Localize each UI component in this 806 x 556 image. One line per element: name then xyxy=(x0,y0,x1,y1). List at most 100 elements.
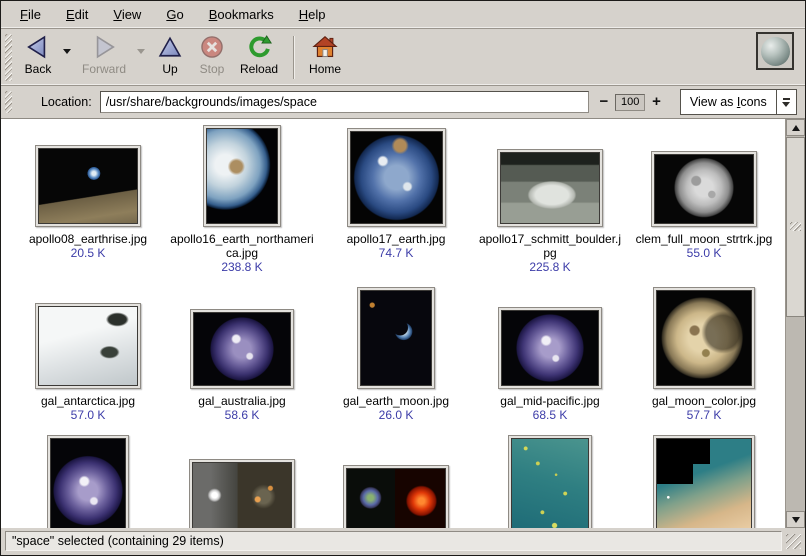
thumbnail-frame xyxy=(508,435,592,528)
thumbnail-apollo16-earth xyxy=(206,128,278,224)
location-bar: Location: − 100 + View as Icons xyxy=(1,86,805,119)
menubar: File Edit View Go Bookmarks Help xyxy=(1,1,805,29)
file-name: apollo17_schmitt_boulder.jpg xyxy=(476,232,624,260)
file-item[interactable] xyxy=(319,437,473,528)
file-item[interactable] xyxy=(473,437,627,528)
menu-bookmarks[interactable]: Bookmarks xyxy=(200,4,283,25)
statusbar: "space" selected (containing 29 items) xyxy=(1,528,805,555)
stop-label: Stop xyxy=(200,62,225,76)
reload-icon xyxy=(245,33,273,61)
stop-button[interactable]: Stop xyxy=(191,32,233,77)
file-name: clem_full_moon_strtrk.jpg xyxy=(630,232,778,246)
file-size: 57.0 K xyxy=(71,408,106,423)
throbber xyxy=(756,32,794,70)
scroll-up-button[interactable] xyxy=(786,119,805,136)
reload-button[interactable]: Reload xyxy=(233,32,285,77)
chevron-down-icon xyxy=(63,49,71,54)
forward-history-dropdown[interactable] xyxy=(133,36,149,66)
file-item[interactable] xyxy=(165,437,319,528)
icon-row: gal_antarctica.jpg 57.0 K gal_australia.… xyxy=(11,289,785,423)
zoom-out-button[interactable]: − xyxy=(595,93,614,111)
file-manager-window: File Edit View Go Bookmarks Help Back Fo… xyxy=(0,0,806,556)
view-mode-dropdown[interactable]: View as Icons xyxy=(680,89,797,115)
file-size: 57.7 K xyxy=(687,408,722,423)
file-name: apollo16_earth_northamerica.jpg xyxy=(168,232,316,260)
dropdown-arrow-icon xyxy=(783,98,790,100)
thumbnail-frame xyxy=(653,435,755,528)
file-name: gal_moon_color.jpg xyxy=(630,394,778,408)
file-item[interactable]: gal_earth_moon.jpg 26.0 K xyxy=(319,289,473,423)
toolbar-separator xyxy=(293,36,294,79)
file-item[interactable]: gal_moon_color.jpg 57.7 K xyxy=(627,289,781,423)
thumbnail-clem-full-moon xyxy=(654,154,754,224)
file-item[interactable]: gal_antarctica.jpg 57.0 K xyxy=(11,289,165,423)
menu-help[interactable]: Help xyxy=(290,4,335,25)
file-size: 58.6 K xyxy=(225,408,260,423)
forward-button[interactable]: Forward xyxy=(75,32,133,77)
back-history-dropdown[interactable] xyxy=(59,36,75,66)
thumbnail-gal-earth-moon xyxy=(360,290,432,386)
file-name: gal_mid-pacific.jpg xyxy=(476,394,624,408)
thumbnail-gal-mid-pacific xyxy=(501,310,599,386)
thumbnail-frame xyxy=(357,287,435,389)
file-item[interactable]: apollo16_earth_northamerica.jpg 238.8 K xyxy=(165,127,319,275)
status-text: "space" selected (containing 29 items) xyxy=(5,531,782,551)
file-item[interactable]: apollo17_schmitt_boulder.jpg 225.8 K xyxy=(473,127,627,275)
icon-view: apollo08_earthrise.jpg 20.5 K apollo16_e… xyxy=(1,119,785,528)
file-item[interactable]: apollo08_earthrise.jpg 20.5 K xyxy=(11,127,165,275)
menu-file[interactable]: File xyxy=(11,4,50,25)
back-button[interactable]: Back xyxy=(17,32,59,77)
file-size: 225.8 K xyxy=(529,260,570,275)
thumbnail-frame xyxy=(343,465,449,528)
home-button[interactable]: Home xyxy=(302,32,348,77)
menu-go[interactable]: Go xyxy=(157,4,192,25)
thumbnail-frame xyxy=(347,128,446,227)
home-icon xyxy=(311,33,339,61)
icon-row xyxy=(11,437,785,528)
scroll-down-button[interactable] xyxy=(786,511,805,528)
scrollbar-thumb[interactable] xyxy=(786,137,805,317)
view-mode-dropdown-button[interactable] xyxy=(776,90,796,114)
file-size: 20.5 K xyxy=(71,246,106,261)
file-item[interactable]: gal_australia.jpg 58.6 K xyxy=(165,289,319,423)
window-resize-grip[interactable] xyxy=(786,534,801,549)
toolbar-drag-handle[interactable] xyxy=(5,34,12,81)
vertical-scrollbar[interactable] xyxy=(785,119,805,528)
file-size: 26.0 K xyxy=(379,408,414,423)
location-input[interactable] xyxy=(100,91,589,113)
file-item[interactable]: clem_full_moon_strtrk.jpg 55.0 K xyxy=(627,127,781,275)
icon-view-pane: apollo08_earthrise.jpg 20.5 K apollo16_e… xyxy=(1,119,805,528)
file-item[interactable] xyxy=(627,437,781,528)
thumbnail-apollo17-earth xyxy=(350,131,443,224)
thumbnail-nebula-missing-tiles xyxy=(656,438,752,528)
file-size: 74.7 K xyxy=(379,246,414,261)
up-icon xyxy=(156,33,184,61)
scrollbar-trough[interactable] xyxy=(786,136,805,511)
thumbnail-gal-moon-color xyxy=(656,290,752,386)
thumbnail-frame xyxy=(190,309,294,389)
home-label: Home xyxy=(309,62,341,76)
locationbar-drag-handle[interactable] xyxy=(5,91,12,113)
location-label: Location: xyxy=(41,95,92,109)
file-name: apollo08_earthrise.jpg xyxy=(14,232,162,246)
file-item[interactable] xyxy=(11,437,165,528)
chevron-down-icon xyxy=(137,49,145,54)
forward-icon xyxy=(90,33,118,61)
zoom-in-button[interactable]: + xyxy=(647,93,666,111)
thumbnail-frame xyxy=(653,287,755,389)
thumbnail-earth-purple xyxy=(50,438,126,528)
thumbnail-galaxy-pair xyxy=(192,462,292,528)
thumbnail-nebula-panels xyxy=(346,468,446,528)
menu-edit[interactable]: Edit xyxy=(57,4,97,25)
thumbnail-comet-streaks xyxy=(511,438,589,528)
thumbnail-frame xyxy=(498,307,602,389)
arrow-down-icon xyxy=(792,517,800,523)
stop-icon xyxy=(198,33,226,61)
forward-label: Forward xyxy=(82,62,126,76)
file-name: apollo17_earth.jpg xyxy=(322,232,470,246)
menu-view[interactable]: View xyxy=(104,4,150,25)
file-item[interactable]: gal_mid-pacific.jpg 68.5 K xyxy=(473,289,627,423)
file-item[interactable]: apollo17_earth.jpg 74.7 K xyxy=(319,127,473,275)
up-button[interactable]: Up xyxy=(149,32,191,77)
thumbnail-apollo08-earthrise xyxy=(38,148,138,224)
